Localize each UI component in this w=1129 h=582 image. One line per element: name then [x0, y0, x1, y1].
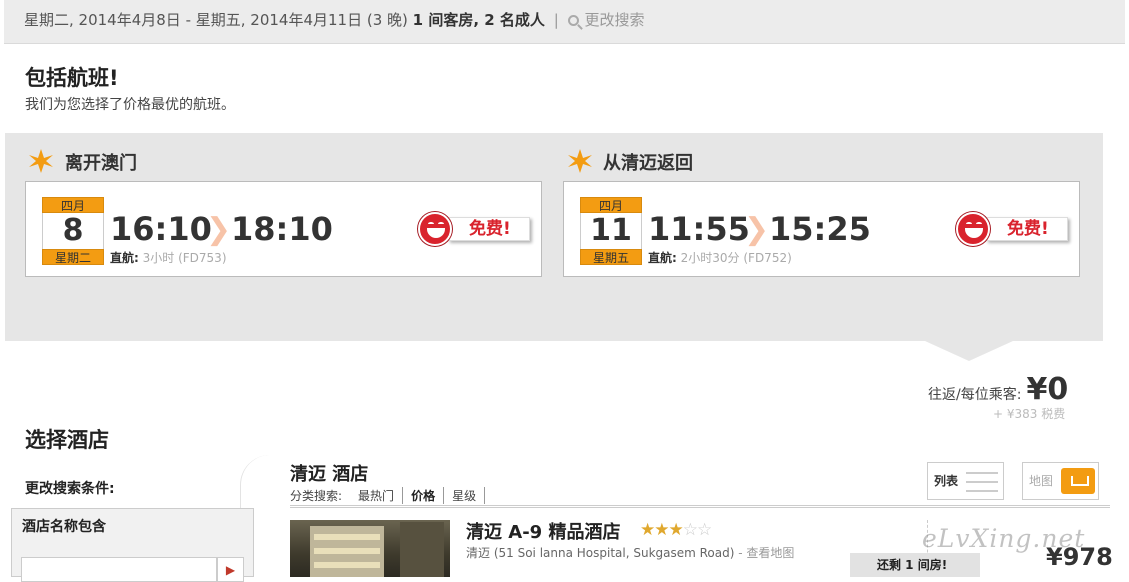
return-flight-card[interactable]: 四月 11 星期五 11:55 ❯ 15:25 直航: 2小时30分 (FD75… [563, 181, 1080, 277]
search-dates: 星期二, 2014年4月8日 - 星期五, 2014年4月11日 (3 晚) [24, 11, 408, 29]
hotel-photo[interactable] [290, 520, 450, 577]
map-view-button[interactable]: 地图 [1022, 462, 1099, 500]
hotel-price: ¥978 [1046, 543, 1113, 571]
star-empty-icon: ☆ [682, 520, 698, 540]
city-hotels-title: 清迈 酒店 [290, 464, 369, 485]
outbound-date-calendar: 四月 8 星期二 [42, 197, 104, 265]
filter-go-button[interactable]: ▶ [217, 557, 244, 582]
list-view-button[interactable]: 列表 [927, 462, 1004, 500]
panel-pointer [925, 341, 1013, 361]
change-search-label: 更改搜索 [584, 11, 645, 29]
outbound-arrive-time: 18:10 [231, 210, 333, 248]
outbound-flight-details: 3小时 (FD753) [142, 251, 227, 265]
view-map-link[interactable]: - 查看地图 [738, 546, 794, 560]
search-icon [567, 15, 579, 26]
sort-option-stars[interactable]: 星级 [444, 487, 486, 504]
filter-title: 酒店名称包含 [22, 519, 106, 535]
fare-label: 往返/每位乘客: [928, 387, 1022, 403]
star-half-icon: ★ [668, 520, 684, 540]
chevron-right-icon: ❯ [744, 212, 770, 247]
sort-option-popular[interactable]: 最热门 [350, 487, 404, 504]
star-empty-icon: ☆ [697, 520, 712, 540]
outbound-flight-card[interactable]: 四月 8 星期二 16:10 ❯ 18:10 直航: 3小时 (FD753) 免… [25, 181, 542, 277]
rooms-left-badge: 还剩 1 间房! [850, 553, 980, 577]
star-icon: ★ [640, 520, 655, 540]
hotels-title: 选择酒店 [25, 428, 109, 452]
free-badge: 免费! [956, 212, 1068, 246]
divider [290, 505, 1110, 508]
sort-label: 分类搜索: [290, 489, 343, 503]
calendar-day: 8 [42, 213, 104, 249]
package-title: 包括航班! [25, 66, 119, 90]
star-icon: ★ [654, 520, 669, 540]
return-flight-details: 2小时30分 (FD752) [680, 251, 792, 265]
calendar-day: 11 [580, 213, 642, 249]
hotel-name[interactable]: 清迈 A-9 精品酒店 [466, 518, 620, 544]
hotel-address-line: 清迈 (51 Soi lanna Hospital, Sukgasem Road… [466, 544, 794, 561]
outbound-flight-info: 直航: 3小时 (FD753) [110, 249, 227, 266]
hotel-name-filter: 酒店名称包含 ▶ [11, 508, 254, 582]
plane-icon [29, 149, 53, 173]
fare-tax: + ¥383 税费 [993, 407, 1066, 421]
sort-option-price[interactable]: 价格 [403, 487, 445, 504]
return-heading: 从清迈返回 [603, 153, 693, 174]
hotel-name-input[interactable] [21, 557, 217, 582]
change-search-link[interactable]: 更改搜索 [567, 11, 645, 29]
smiley-icon [956, 212, 990, 246]
plane-icon [568, 149, 592, 173]
flights-panel: 离开澳门 四月 8 星期二 16:10 ❯ 18:10 直航: 3小时 (FD7… [5, 133, 1103, 341]
sort-bar: 分类搜索: 最热门 价格 星级 [290, 487, 486, 504]
direct-label: 直航: [110, 251, 139, 265]
chevron-right-icon: ❯ [206, 212, 232, 247]
calendar-weekday: 星期五 [580, 249, 642, 265]
fare-amount: ¥0 [1026, 372, 1069, 407]
return-arrive-time: 15:25 [769, 210, 871, 248]
outbound-depart-time: 16:10 [110, 210, 212, 248]
map-view-label: 地图 [1029, 474, 1054, 488]
calendar-month: 四月 [580, 197, 642, 213]
calendar-weekday: 星期二 [42, 249, 104, 265]
smiley-icon [418, 212, 452, 246]
list-view-label: 列表 [934, 474, 959, 488]
package-subtitle: 我们为您选择了价格最优的航班。 [25, 97, 235, 113]
sidebar-heading: 更改搜索条件: [25, 481, 115, 497]
separator: | [553, 11, 559, 29]
list-icon [966, 472, 998, 492]
search-rooms-guests: 1 间客房, 2 名成人 [412, 11, 545, 29]
fare-summary: 往返/每位乘客: ¥0 [928, 372, 1068, 407]
free-badge-label: 免费! [986, 217, 1068, 241]
direct-label: 直航: [648, 251, 677, 265]
outbound-heading: 离开澳门 [65, 153, 137, 174]
return-depart-time: 11:55 [648, 210, 750, 248]
calendar-month: 四月 [42, 197, 104, 213]
return-flight-info: 直航: 2小时30分 (FD752) [648, 249, 792, 266]
free-badge: 免费! [418, 212, 530, 246]
hotel-bed-icon [1061, 468, 1095, 494]
hotel-star-rating: ★★★☆☆ [640, 520, 712, 540]
free-badge-label: 免费! [448, 217, 530, 241]
search-summary-bar: 星期二, 2014年4月8日 - 星期五, 2014年4月11日 (3 晚) 1… [4, 0, 1125, 44]
return-date-calendar: 四月 11 星期五 [580, 197, 642, 265]
hotel-address: 清迈 (51 Soi lanna Hospital, Sukgasem Road… [466, 546, 735, 560]
